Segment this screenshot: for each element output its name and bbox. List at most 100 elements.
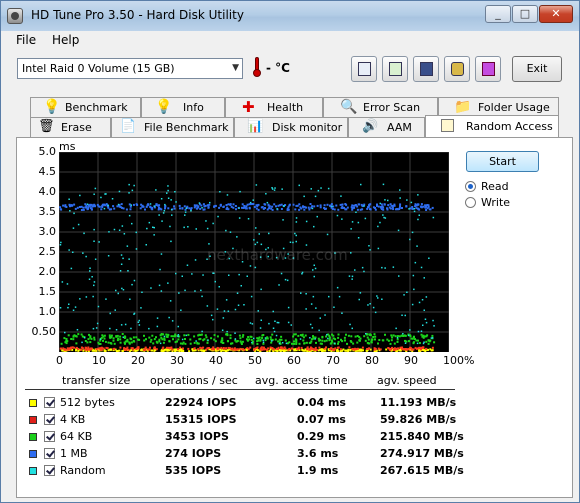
data-point — [219, 203, 222, 206]
data-point — [247, 218, 250, 220]
data-point — [246, 275, 248, 277]
data-point — [89, 204, 92, 207]
data-point — [90, 208, 93, 211]
data-point — [383, 216, 385, 219]
data-point — [351, 327, 353, 330]
data-point — [162, 212, 165, 214]
data-point — [216, 335, 219, 338]
series-checkbox[interactable] — [44, 465, 55, 476]
data-point — [333, 348, 336, 351]
tab-error-scan[interactable]: 🔍 Error Scan — [323, 97, 438, 117]
options-button[interactable] — [444, 56, 470, 82]
data-point — [253, 337, 255, 340]
data-point — [87, 338, 90, 341]
data-point — [227, 203, 230, 206]
data-point — [365, 333, 367, 335]
tab-info[interactable]: 💡 Info — [141, 97, 225, 117]
menu-help[interactable]: Help — [52, 33, 79, 47]
data-point — [282, 349, 285, 352]
data-point — [225, 208, 228, 210]
data-point — [347, 334, 350, 337]
data-point — [119, 270, 122, 272]
maximize-button[interactable]: □ — [512, 5, 538, 23]
series-checkbox[interactable] — [44, 448, 55, 459]
tab-disk-monitor[interactable]: 📊 Disk monitor — [234, 117, 348, 137]
data-point — [416, 207, 419, 210]
data-point — [300, 292, 302, 294]
access-time-value: 0.29 ms — [297, 430, 346, 443]
data-point — [250, 295, 253, 298]
data-point — [256, 343, 259, 345]
data-point — [429, 348, 432, 351]
series-checkbox[interactable] — [44, 414, 55, 425]
data-point — [393, 348, 396, 351]
drive-select[interactable]: Intel Raid 0 Volume (15 GB) ▼ — [17, 58, 243, 79]
data-point — [278, 338, 281, 341]
data-point — [289, 241, 292, 243]
hdtune-app-icon — [7, 8, 23, 24]
start-button[interactable]: Start — [466, 151, 539, 172]
data-point — [324, 314, 326, 316]
data-point — [309, 203, 312, 205]
magnifier-icon: 🔍 — [340, 99, 358, 115]
data-point — [120, 203, 123, 206]
data-point — [177, 338, 180, 341]
tab-aam[interactable]: 🔊 AAM — [348, 117, 425, 137]
read-radio[interactable]: Read — [465, 180, 545, 194]
data-point — [241, 203, 244, 206]
data-point — [368, 342, 371, 345]
write-radio[interactable]: Write — [465, 196, 545, 210]
data-point — [95, 348, 98, 351]
data-point — [396, 338, 399, 341]
data-point — [406, 199, 408, 201]
series-checkbox[interactable] — [44, 431, 55, 442]
series-checkbox[interactable] — [44, 397, 55, 408]
tab-file-benchmark[interactable]: 📄 File Benchmark — [111, 117, 234, 137]
data-point — [277, 321, 280, 324]
data-point — [112, 339, 115, 342]
exit-button[interactable]: Exit — [512, 56, 562, 82]
data-point — [280, 208, 283, 210]
data-point — [303, 342, 306, 345]
data-point — [77, 333, 80, 336]
save-button[interactable] — [413, 56, 439, 82]
data-point — [291, 342, 293, 345]
data-point — [222, 206, 225, 208]
data-point — [379, 202, 381, 205]
data-point — [222, 347, 225, 349]
download-button[interactable] — [475, 56, 501, 82]
data-point — [420, 330, 423, 332]
data-point — [402, 333, 404, 335]
data-point — [116, 334, 119, 337]
data-point — [103, 349, 106, 352]
title-bar[interactable]: HD Tune Pro 3.50 - Hard Disk Utility _ □… — [1, 1, 579, 31]
data-point — [89, 270, 91, 272]
data-point — [260, 206, 263, 209]
minimize-button[interactable]: _ — [485, 5, 511, 23]
tab-random-access[interactable]: Random Access — [425, 115, 559, 137]
access-time-value: 0.04 ms — [297, 396, 346, 409]
tab-benchmark[interactable]: 💡 Benchmark — [30, 97, 141, 117]
data-point — [323, 204, 326, 207]
x-tick-label: 90 — [404, 354, 418, 367]
tab-erase[interactable]: 🗑 Erase — [30, 117, 111, 137]
data-point — [232, 203, 235, 206]
data-point — [170, 240, 172, 243]
data-point — [427, 342, 430, 345]
data-point — [255, 204, 258, 207]
data-point — [239, 190, 241, 193]
data-point — [156, 325, 159, 328]
tab-health[interactable]: ✚ Health — [225, 97, 323, 117]
close-button[interactable]: ✕ — [539, 5, 573, 23]
tab-folder-usage[interactable]: 📁 Folder Usage — [438, 97, 559, 117]
data-point — [296, 347, 298, 350]
copy-info-button[interactable] — [351, 56, 377, 82]
data-point — [369, 303, 371, 305]
data-point — [243, 304, 245, 306]
menu-file[interactable]: File — [16, 33, 36, 47]
data-point — [266, 337, 269, 340]
data-point — [302, 339, 305, 342]
copy-screen-button[interactable] — [382, 56, 408, 82]
data-point — [183, 226, 185, 229]
data-point — [171, 320, 174, 322]
